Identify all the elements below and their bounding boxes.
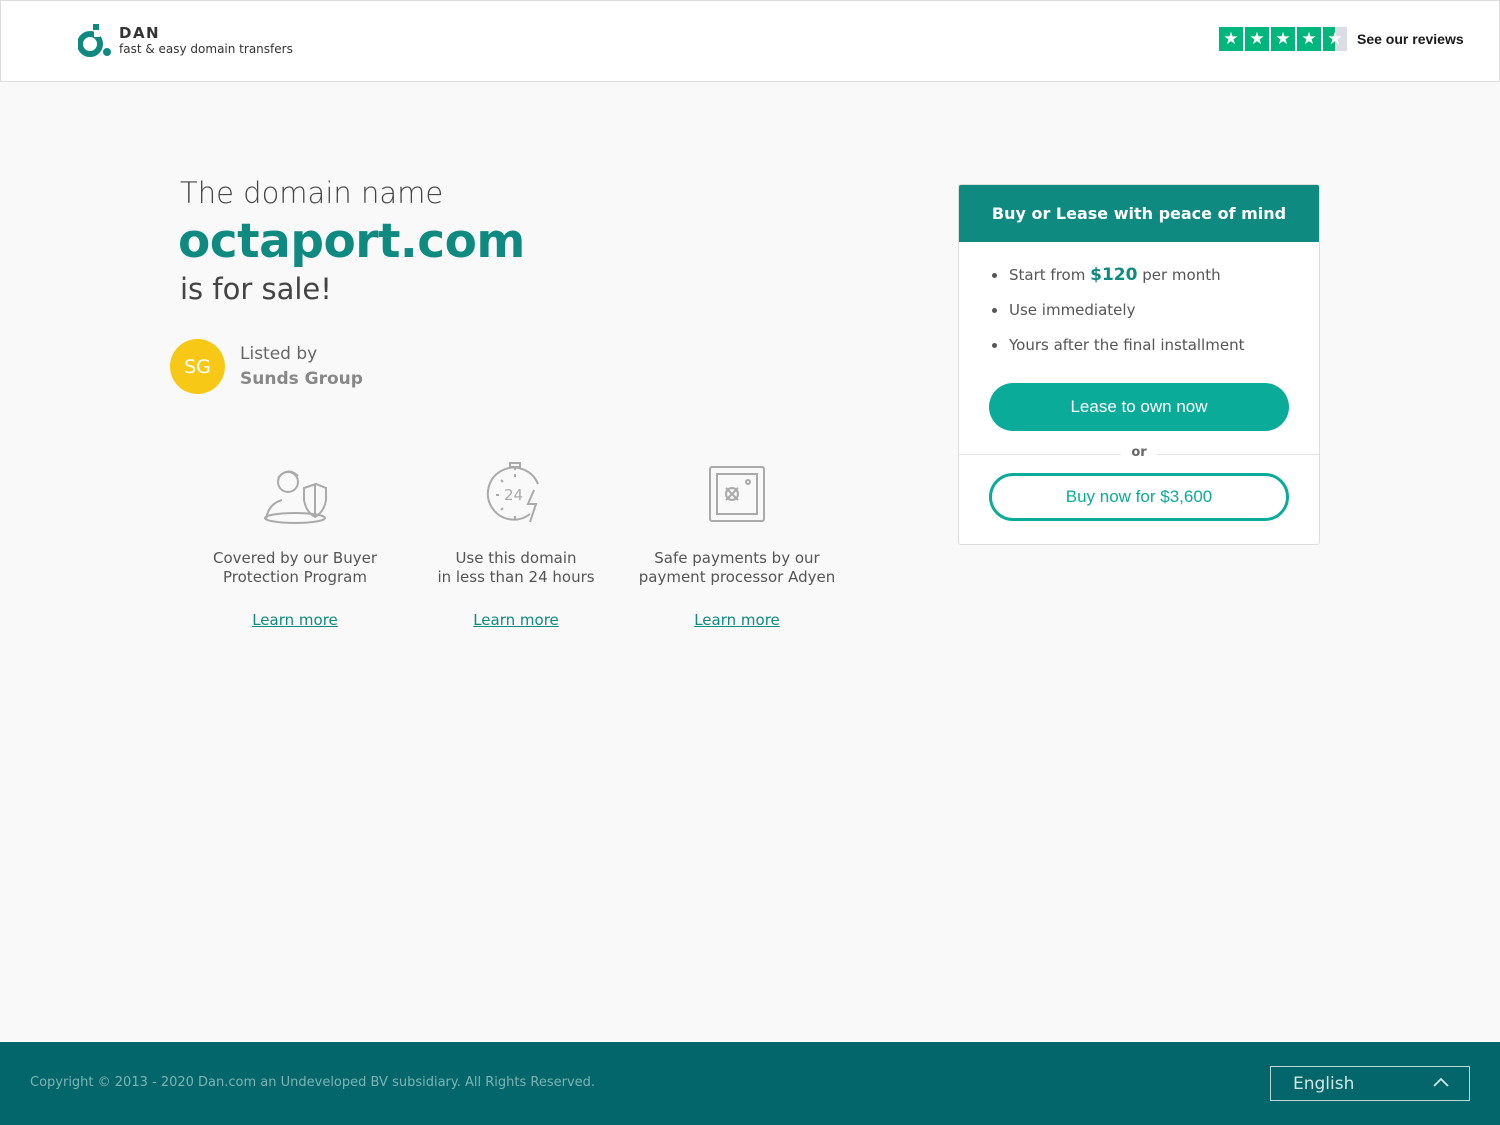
- feature-text-line: Protection Program: [223, 568, 367, 586]
- site-header: DAN fast & easy domain transfers ★ ★ ★ ★…: [0, 0, 1500, 82]
- half-star-icon: ★: [1323, 27, 1347, 51]
- card-title: Buy or Lease with peace of mind: [959, 185, 1319, 242]
- trustpilot-reviews-link[interactable]: ★ ★ ★ ★ ★ See our reviews: [1219, 27, 1464, 51]
- logo-tagline: fast & easy domain transfers: [119, 42, 293, 56]
- list-item: Yours after the final installment: [989, 334, 1319, 369]
- learn-more-link[interactable]: Learn more: [252, 611, 338, 629]
- copyright-text: Copyright © 2013 - 2020 Dan.com an Undev…: [30, 1075, 596, 1090]
- star-icon: ★: [1297, 27, 1321, 51]
- listed-by-label: Listed by: [240, 343, 318, 364]
- hero-intro: The domain name: [180, 176, 444, 210]
- lease-to-own-button[interactable]: Lease to own now: [989, 383, 1289, 431]
- price-suffix: per month: [1142, 266, 1221, 284]
- dan-logo[interactable]: DAN fast & easy domain transfers: [78, 23, 293, 57]
- language-selector[interactable]: English: [1270, 1066, 1470, 1101]
- seller-name: Sunds Group: [240, 368, 363, 389]
- benefits-list: Start from $120 per month Use immediatel…: [989, 264, 1319, 369]
- see-reviews-label: See our reviews: [1357, 31, 1464, 47]
- price-prefix: Start from: [1009, 266, 1086, 284]
- svg-text:24: 24: [504, 486, 523, 504]
- seller-info: SG Listed by Sunds Group: [170, 339, 363, 394]
- 24-hours-stopwatch-icon: 24: [486, 462, 539, 523]
- language-label: English: [1293, 1073, 1355, 1094]
- star-icon: ★: [1245, 27, 1269, 51]
- buy-now-button[interactable]: Buy now for $3,600: [989, 473, 1289, 521]
- or-label: or: [1121, 445, 1157, 460]
- domain-name: octaport.com: [178, 214, 525, 269]
- feature-safe-payments: Safe payments by our payment processor A…: [627, 462, 847, 629]
- chevron-up-icon: [1433, 1077, 1449, 1087]
- feature-text-line: Covered by our Buyer: [213, 549, 377, 567]
- feature-buyer-protection: Covered by our Buyer Protection Program …: [185, 462, 405, 629]
- feature-text-line: payment processor Adyen: [638, 568, 836, 586]
- trustpilot-rating: ★ ★ ★ ★ ★: [1219, 27, 1349, 51]
- list-item: Use immediately: [989, 299, 1319, 334]
- star-icon: ★: [1271, 27, 1295, 51]
- learn-more-link[interactable]: Learn more: [473, 611, 559, 629]
- star-icon: ★: [1219, 27, 1243, 51]
- feature-text-line: in less than 24 hours: [437, 568, 595, 586]
- buyer-protection-icon: [264, 470, 327, 524]
- learn-more-link[interactable]: Learn more: [694, 611, 780, 629]
- monthly-price: $120: [1090, 265, 1138, 285]
- purchase-card: Buy or Lease with peace of mind Start fr…: [958, 184, 1320, 545]
- safe-icon: [709, 466, 765, 522]
- site-footer: Copyright © 2013 - 2020 Dan.com an Undev…: [0, 1042, 1500, 1125]
- feature-text-line: Use this domain: [455, 549, 577, 567]
- feature-24-hours: 24 Use this domain in less than 24 hours…: [406, 462, 626, 629]
- hero-for-sale: is for sale!: [180, 272, 332, 306]
- logo-name: DAN: [119, 24, 161, 42]
- feature-text-line: Safe payments by our: [654, 549, 820, 567]
- seller-avatar: SG: [170, 339, 225, 394]
- dan-logo-icon: [78, 23, 111, 57]
- list-item: Start from $120 per month: [989, 264, 1319, 299]
